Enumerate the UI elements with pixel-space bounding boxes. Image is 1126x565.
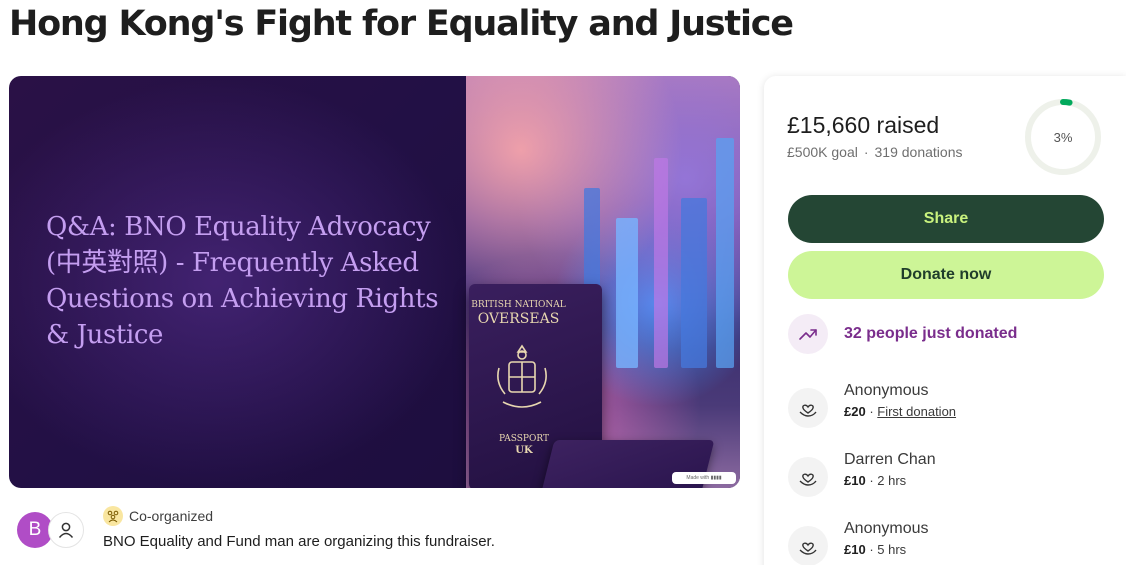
donor-amount: £20 [844,404,866,419]
donor-time: 5 hrs [877,542,907,557]
donor-meta: £10 · 2 hrs [844,473,907,488]
passport-footer: PASSPORT UK [499,434,549,456]
donor-entry: Darren Chan £10 · 2 hrs [788,451,1104,497]
made-with-badge: Made with ▮▮▮▮ [672,472,736,484]
share-button[interactable]: Share [788,195,1104,243]
donor-meta: £20 · First donation [844,404,957,419]
donate-now-button[interactable]: Donate now [788,251,1104,299]
donor-entry: Anonymous £20 · First donation [788,382,1104,428]
co-organized-tag: Co-organized [103,506,213,526]
page-title: Hong Kong's Fight for Equality and Justi… [9,4,794,44]
donor-meta: £10 · 5 hrs [844,542,907,557]
goal-summary: £500K goal · 319 donations [787,144,962,160]
recent-donations-banner: 32 people just donated [788,313,1017,355]
city-tower [716,138,734,368]
donor-name: Anonymous [844,520,929,537]
user-icon [58,522,74,538]
group-icon [103,506,123,526]
donor-amount: £10 [844,542,866,557]
donor-time: 2 hrs [877,473,907,488]
progress-percent: 3% [1053,129,1073,145]
donor-amount: £10 [844,473,866,488]
co-organizer-avatar[interactable] [48,512,84,548]
city-tower [616,218,638,368]
city-tower [654,158,668,368]
city-tower [681,198,707,368]
donor-name: Darren Chan [844,451,936,468]
donor-name: Anonymous [844,382,929,399]
campaign-hero-image[interactable]: Q&A: BNO Equality Advocacy (中英對照) - Freq… [9,76,740,488]
amount-raised: £15,660 raised [787,112,940,138]
donor-entry: Anonymous £10 · 5 hrs [788,520,1104,565]
crest-icon [497,344,547,408]
co-organized-label: Co-organized [129,508,214,524]
goal-amount: £500K goal [787,144,858,160]
trending-up-icon [788,314,828,354]
heart-hand-icon [788,526,828,565]
passport-title: BRITISH NATIONAL OVERSEAS [471,300,566,327]
first-donation-link[interactable]: First donation [877,404,956,419]
donation-count: 319 donations [874,144,963,160]
hero-headline: Q&A: BNO Equality Advocacy (中英對照) - Freq… [46,212,439,350]
organizer-description: BNO Equality and Fund man are organizing… [103,533,495,550]
heart-hand-icon [788,457,828,497]
donation-sidebar: £15,660 raised £500K goal · 319 donations … [764,76,1126,565]
heart-hand-icon [788,388,828,428]
recent-donations-text: 32 people just donated [844,325,1018,342]
separator-dot: · [863,144,869,160]
